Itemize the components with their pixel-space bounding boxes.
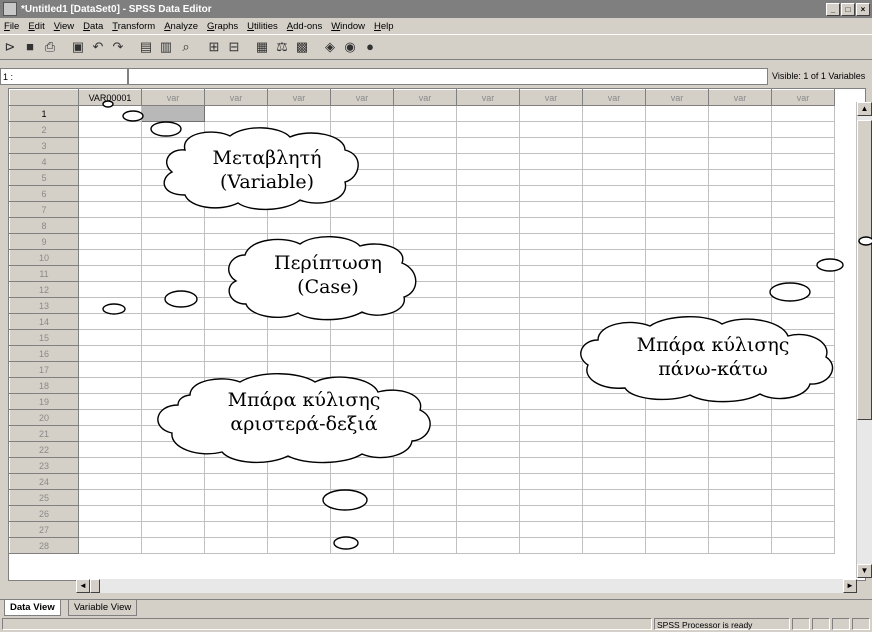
annotation-layer	[102, 100, 872, 550]
callout-vscroll-line1: Μπάρα κύλισης	[636, 334, 790, 356]
callout-variable-line1: Μεταβλητή	[212, 147, 322, 169]
callout-hscroll: Μπάρα κύλισης αριστερά-δεξιά	[188, 388, 420, 436]
callout-hscroll-line2: αριστερά-δεξιά	[230, 413, 378, 435]
callout-vscroll: Μπάρα κύλισης πάνω-κάτω	[598, 333, 828, 381]
callout-case-line1: Περίπτωση	[274, 252, 382, 274]
callout-variable: Μεταβλητή (Variable)	[192, 146, 342, 194]
callout-case-line2: (Case)	[297, 276, 359, 298]
callout-case: Περίπτωση (Case)	[252, 251, 404, 299]
callout-vscroll-line2: πάνω-κάτω	[658, 358, 768, 380]
callout-hscroll-line1: Μπάρα κύλισης	[227, 389, 381, 411]
callout-variable-line2: (Variable)	[219, 171, 315, 193]
